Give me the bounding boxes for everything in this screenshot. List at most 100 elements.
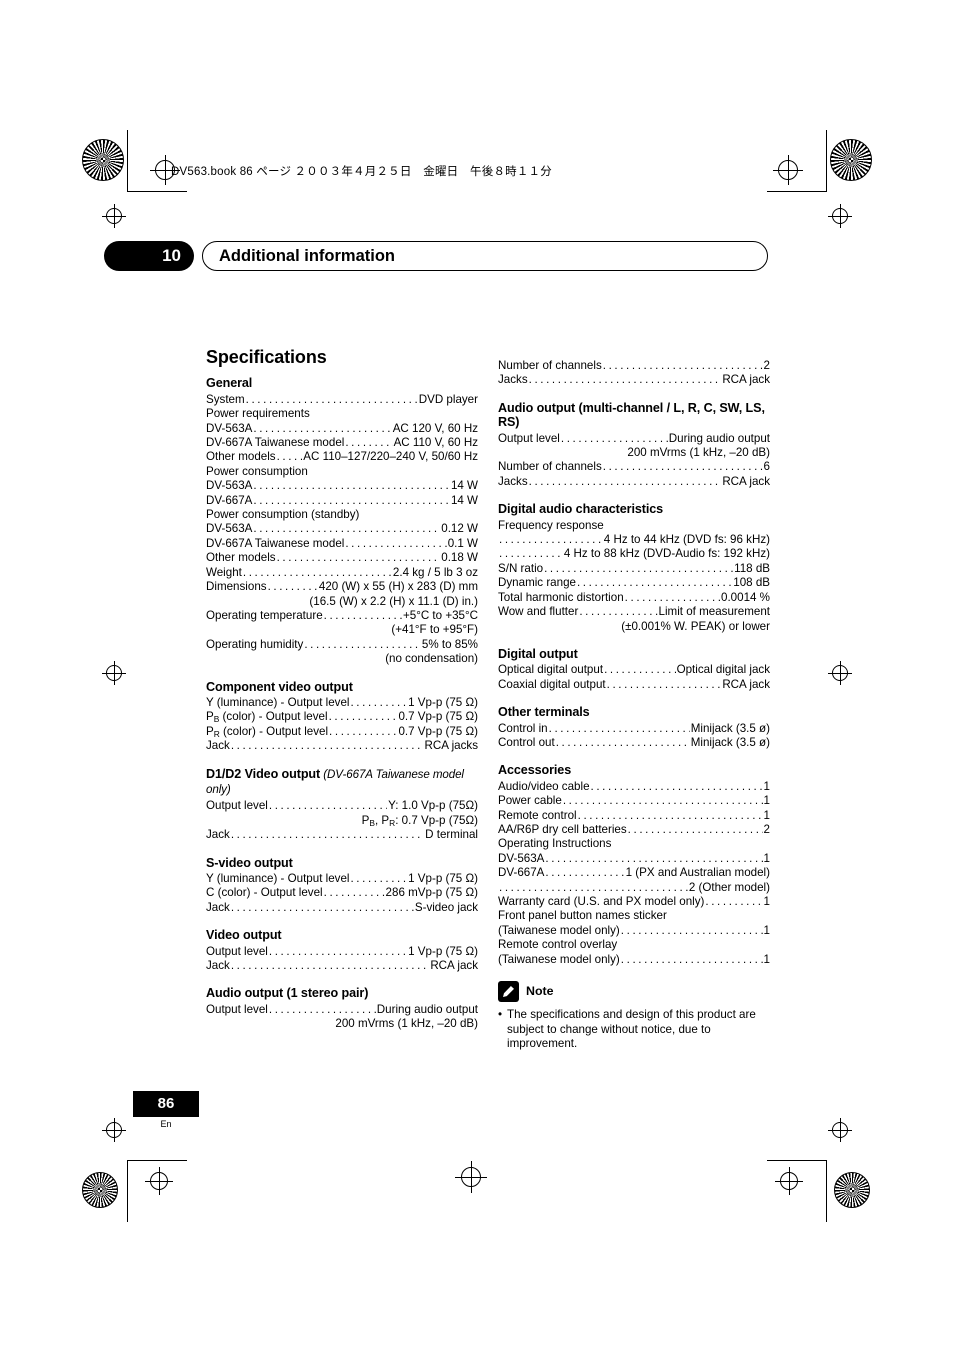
spec-label: Output level: [206, 799, 268, 813]
leader-dots: ........................................…: [577, 808, 763, 822]
leader-dots: ........................................…: [499, 547, 563, 561]
leader-dots: ........................................…: [606, 677, 722, 691]
spec-value: During audio output: [668, 431, 770, 445]
spec-label: Weight: [206, 565, 242, 579]
leader-dots: ........................................…: [267, 580, 318, 594]
spec-label: Output level: [206, 1002, 268, 1016]
leader-dots: ........................................…: [548, 721, 690, 735]
spec-value: 1: [763, 779, 770, 793]
spec-value: 14 W: [450, 479, 478, 493]
specs-right-column: Number of channels......................…: [498, 350, 770, 1052]
spec-label: DV-667A Taiwanese model: [206, 536, 345, 550]
registration-target-top-right: [773, 155, 803, 185]
leader-dots: ........................................…: [545, 851, 762, 865]
spec-row: Power cable.............................…: [498, 794, 770, 808]
crop-mark-bottom-left-h: [127, 1160, 187, 1161]
spec-label: PB (color) - Output level: [206, 710, 328, 725]
leader-dots: ........................................…: [620, 952, 763, 966]
spec-value: 1: [763, 808, 770, 822]
spec-value: 5% to 85%: [421, 637, 478, 651]
spec-value: 0.0014 %: [721, 590, 770, 604]
leader-dots: ........................................…: [562, 794, 763, 808]
spec-row: Other models............................…: [206, 551, 478, 565]
leader-dots: ........................................…: [602, 460, 763, 474]
spec-row: Number of channels......................…: [498, 359, 770, 373]
spec-row: Control out.............................…: [498, 736, 770, 750]
registration-target-right-mid: [828, 661, 852, 685]
spec-label: Y (luminance) - Output level: [206, 695, 350, 709]
leader-dots: ........................................…: [328, 710, 398, 724]
leader-dots: ........................................…: [624, 590, 720, 604]
leader-dots: ........................................…: [253, 479, 450, 493]
spec-row: Operating humidity......................…: [206, 638, 478, 652]
spec-section: S-video output Y (luminance) - Output lev…: [206, 856, 478, 916]
spec-value: 2: [763, 359, 770, 372]
spec-row: DV-563A.................................…: [206, 522, 478, 536]
page-language-label: En: [160, 1119, 172, 1129]
spec-section-heading: Accessories: [498, 763, 572, 778]
spec-label: Jack: [206, 828, 230, 842]
spec-row: DV-667A.................................…: [498, 866, 770, 880]
spec-section: Video output Output level................…: [206, 928, 478, 973]
spec-section-heading: D1/D2 Video output (DV-667A Taiwanese mo…: [206, 766, 464, 796]
spec-value: AC 110 V, 60 Hz: [393, 436, 478, 450]
leader-dots: ........................................…: [528, 373, 722, 387]
spec-row: Dynamic range...........................…: [498, 576, 770, 590]
spec-row: Output level............................…: [206, 945, 478, 959]
spec-label: DV-667A: [206, 493, 253, 507]
spec-row: Optical digital output..................…: [498, 663, 770, 677]
chapter-number-badge: 10: [104, 241, 194, 271]
spec-value: 4 Hz to 44 kHz (DVD fs: 96 kHz): [603, 533, 770, 547]
spec-section: Digital output Optical digital output....…: [498, 647, 770, 692]
leader-dots: ........................................…: [579, 605, 657, 619]
spec-section: D1/D2 Video output (DV-667A Taiwanese mo…: [206, 767, 478, 843]
registration-target-bottom-center: [455, 1161, 487, 1193]
spec-value: +5°C to +35°C: [402, 608, 478, 622]
spec-section: Audio output (multi-channel / L, R, C, S…: [498, 401, 770, 489]
leader-dots: ........................................…: [705, 895, 762, 908]
spec-value: Optical digital jack: [676, 663, 770, 677]
leader-dots: ........................................…: [253, 522, 441, 536]
spec-value: 286 mVp-p (75 Ω): [385, 886, 478, 900]
spec-value: DVD player: [418, 392, 478, 406]
page-canvas: DV563.book 86 ページ ２００３年４月２５日 金曜日 午後８時１１分…: [0, 0, 954, 1351]
spec-line: Remote control overlay: [498, 938, 618, 952]
spec-label: DV-667A: [498, 866, 545, 880]
spec-line: Front panel button names sticker: [498, 909, 667, 923]
spec-row: Audio/video cable.......................…: [498, 780, 770, 794]
leader-dots: ........................................…: [230, 900, 414, 914]
spec-value: 0.7 Vp-p (75 Ω): [398, 710, 478, 724]
spec-label: DV-667A Taiwanese model: [206, 436, 345, 450]
spec-value: AC 120 V, 60 Hz: [392, 421, 478, 435]
leader-dots: ........................................…: [544, 561, 734, 575]
spec-label: Other models: [206, 450, 276, 464]
spec-line-continued: 200 mVrms (1 kHz, –20 dB): [335, 1017, 478, 1031]
spec-value: Limit of measurement: [658, 605, 770, 619]
spec-label: Total harmonic distortion: [498, 590, 624, 604]
spec-section-heading-note: (DV-667A Taiwanese model only): [206, 767, 464, 796]
spec-line: Power requirements: [206, 407, 310, 421]
spec-label: Dynamic range: [498, 576, 576, 590]
spec-row: Wow and flutter.........................…: [498, 605, 770, 619]
spec-label: Coaxial digital output: [498, 677, 606, 691]
chapter-title: Additional information: [219, 247, 395, 265]
leader-dots: ........................................…: [499, 880, 688, 894]
leader-dots: ........................................…: [545, 866, 624, 880]
spec-line: Power consumption (standby): [206, 508, 360, 522]
leader-dots: ........................................…: [268, 944, 407, 958]
spec-section-heading: Video output: [206, 928, 282, 943]
spec-line-continued: (no condensation): [385, 652, 478, 666]
spec-value: 1: [763, 794, 770, 808]
spec-row: S/N ratio...............................…: [498, 562, 770, 576]
spec-value: 420 (W) x 55 (H) x 283 (D) mm: [318, 580, 478, 594]
spec-label: Number of channels: [498, 460, 602, 474]
leader-dots: ........................................…: [620, 923, 763, 937]
spec-value: 2: [763, 822, 770, 836]
spec-label: Output level: [498, 431, 560, 445]
spec-label: Control in: [498, 721, 548, 735]
spec-row: Jacks...................................…: [498, 373, 770, 387]
spec-label: (Taiwanese model only): [498, 952, 620, 966]
spec-label: DV-563A: [206, 421, 253, 435]
spec-label: Wow and flutter: [498, 605, 579, 619]
spec-row: Output level............................…: [206, 1003, 478, 1017]
